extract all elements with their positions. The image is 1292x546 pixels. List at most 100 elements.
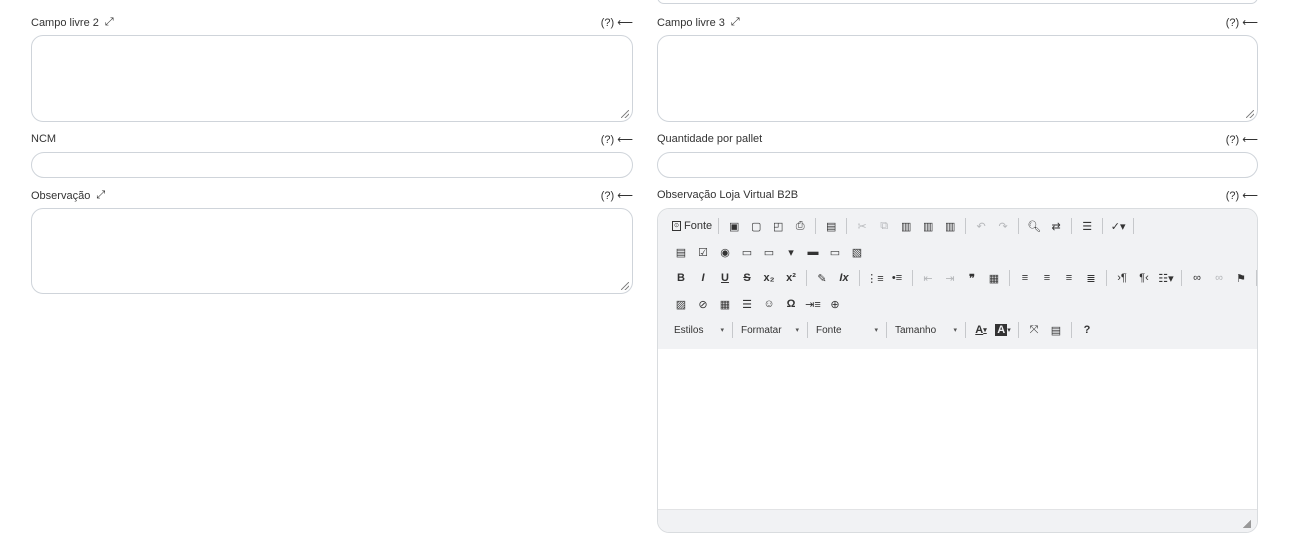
size-combo[interactable]: Tamanho ▾	[891, 321, 961, 339]
align-left-icon[interactable]: ≡	[1014, 269, 1036, 287]
superscript-button[interactable]: x²	[780, 269, 802, 287]
campo-livre-2-help[interactable]: (?) ⟵	[595, 16, 633, 29]
maximize-icon[interactable]: ⤧	[1023, 321, 1045, 339]
rich-text-editor[interactable]: ⊙ Fonte ▣ ▢ ◰ ⎙ ▤ ✂ ⧉ ▥ ▥ ▥ ↶ ↷ 🔍︎ ⇄ ☰ ✓…	[657, 208, 1258, 533]
radio-icon[interactable]: ◉	[714, 243, 736, 261]
flash-icon[interactable]: ⊘	[692, 295, 714, 313]
ncm-help[interactable]: (?) ⟵	[595, 133, 633, 146]
campo-livre-3-help[interactable]: (?) ⟵	[1220, 16, 1258, 29]
div-container-icon[interactable]: ▦	[983, 269, 1005, 287]
replace-icon[interactable]: ⇄	[1045, 217, 1067, 235]
expand-icon[interactable]: ⤢	[96, 189, 105, 202]
source-icon: ⊙	[672, 221, 681, 231]
font-combo[interactable]: Fonte ▾	[812, 321, 882, 339]
toolbar-row-1: ⊙ Fonte ▣ ▢ ◰ ⎙ ▤ ✂ ⧉ ▥ ▥ ▥ ↶ ↷ 🔍︎ ⇄ ☰ ✓…	[670, 216, 1138, 236]
paste-word-icon[interactable]: ▥	[939, 217, 961, 235]
resize-grip-icon[interactable]	[621, 110, 629, 118]
cut-icon[interactable]: ✂	[851, 217, 873, 235]
size-combo-label: Tamanho	[895, 324, 937, 336]
resize-grip-icon[interactable]	[1243, 520, 1251, 528]
remove-format-button[interactable]: Ix	[833, 269, 855, 287]
copy-icon[interactable]: ⧉	[873, 217, 895, 235]
strike-button[interactable]: S	[736, 269, 758, 287]
chevron-down-icon: ▾	[874, 327, 878, 334]
resize-grip-icon[interactable]	[621, 282, 629, 290]
observacao-help[interactable]: (?) ⟵	[595, 189, 633, 202]
help-button[interactable]: ?	[1076, 321, 1098, 339]
smiley-icon[interactable]: ☺	[758, 295, 780, 313]
link-icon[interactable]: ∞	[1186, 269, 1208, 287]
campo-livre-3-textarea[interactable]	[657, 35, 1258, 122]
form-icon[interactable]: ▤	[670, 243, 692, 261]
rtl-icon[interactable]: ¶‹	[1133, 269, 1155, 287]
indent-icon[interactable]: ⇥	[939, 269, 961, 287]
observacao-textarea[interactable]	[31, 208, 633, 294]
align-right-icon[interactable]: ≡	[1058, 269, 1080, 287]
observacao-label-text: Observação	[31, 189, 91, 202]
checkbox-icon[interactable]: ☑	[692, 243, 714, 261]
bulleted-list-icon[interactable]: •≡	[886, 269, 908, 287]
language-icon[interactable]: ☷▾	[1155, 269, 1177, 287]
button-icon[interactable]: ▬	[802, 243, 824, 261]
format-combo[interactable]: Formatar ▾	[737, 321, 803, 339]
paste-text-icon[interactable]: ▥	[917, 217, 939, 235]
text-color-button[interactable]: A ▾	[970, 321, 992, 339]
italic-button[interactable]: I	[692, 269, 714, 287]
page-break-icon[interactable]: ⇥≡	[802, 295, 824, 313]
expand-icon[interactable]: ⤢	[731, 16, 740, 29]
templates-icon[interactable]: ▤	[820, 217, 842, 235]
underline-button[interactable]: U	[714, 269, 736, 287]
select-icon[interactable]: ▾	[780, 243, 802, 261]
styles-combo[interactable]: Estilos ▾	[670, 321, 728, 339]
observacao-b2b-label: Observação Loja Virtual B2B	[657, 189, 798, 201]
horizontal-rule-icon[interactable]: ☰	[736, 295, 758, 313]
observacao-b2b-help[interactable]: (?) ⟵	[1220, 189, 1258, 202]
editor-content-area[interactable]	[658, 349, 1257, 510]
ltr-icon[interactable]: ›¶	[1111, 269, 1133, 287]
source-button[interactable]: ⊙ Fonte	[670, 217, 714, 235]
toolbar-row-3: B I U S x₂ x² ✎ Ix ⋮≡ •≡ ⇤ ⇥ ❞ ▦ ≡ ≡ ≡ ≣…	[670, 268, 1257, 288]
align-center-icon[interactable]: ≡	[1036, 269, 1058, 287]
redo-icon[interactable]: ↷	[992, 217, 1014, 235]
outdent-icon[interactable]: ⇤	[917, 269, 939, 287]
preview-icon[interactable]: ◰	[767, 217, 789, 235]
image-button-icon[interactable]: ▭	[824, 243, 846, 261]
textarea-icon[interactable]: ▭	[758, 243, 780, 261]
save-icon[interactable]: ▣	[723, 217, 745, 235]
find-icon[interactable]: 🔍︎	[1023, 217, 1045, 235]
subscript-button[interactable]: x₂	[758, 269, 780, 287]
copy-format-icon[interactable]: ✎	[811, 269, 833, 287]
ncm-input[interactable]	[31, 152, 633, 178]
image-icon[interactable]: ▨	[670, 295, 692, 313]
paste-icon[interactable]: ▥	[895, 217, 917, 235]
print-icon[interactable]: ⎙	[789, 217, 811, 235]
expand-icon[interactable]: ⤢	[105, 16, 114, 29]
anchor-flag-icon[interactable]: ⚑	[1230, 269, 1252, 287]
campo-livre-2-label: Campo livre 2 ⤢	[31, 16, 114, 29]
new-page-icon[interactable]: ▢	[745, 217, 767, 235]
resize-grip-icon[interactable]	[1246, 110, 1254, 118]
table-icon[interactable]: ▦	[714, 295, 736, 313]
toolbar-separator	[1071, 218, 1073, 234]
quantidade-pallet-input[interactable]	[657, 152, 1258, 178]
toolbar-separator	[732, 322, 733, 338]
numbered-list-icon[interactable]: ⋮≡	[864, 269, 886, 287]
hidden-field-icon[interactable]: ▧	[846, 243, 868, 261]
select-all-icon[interactable]: ☰	[1076, 217, 1098, 235]
bg-color-button[interactable]: A ▾	[992, 321, 1014, 339]
iframe-globe-icon[interactable]: ⊕	[824, 295, 846, 313]
unlink-icon[interactable]: ∞	[1208, 269, 1230, 287]
campo-livre-2-textarea[interactable]	[31, 35, 633, 122]
chevron-down-icon: ▾	[983, 327, 987, 334]
special-char-button[interactable]: Ω	[780, 295, 802, 313]
blockquote-button[interactable]: ❞	[961, 269, 983, 287]
undo-icon[interactable]: ↶	[970, 217, 992, 235]
previous-field-fragment	[657, 0, 1258, 4]
toolbar-separator	[965, 218, 967, 234]
show-blocks-icon[interactable]: ▤	[1045, 321, 1067, 339]
quantidade-pallet-help[interactable]: (?) ⟵	[1220, 133, 1258, 146]
align-justify-icon[interactable]: ≣	[1080, 269, 1102, 287]
spellcheck-icon[interactable]: ✓▾	[1107, 217, 1129, 235]
bold-button[interactable]: B	[670, 269, 692, 287]
text-field-icon[interactable]: ▭	[736, 243, 758, 261]
